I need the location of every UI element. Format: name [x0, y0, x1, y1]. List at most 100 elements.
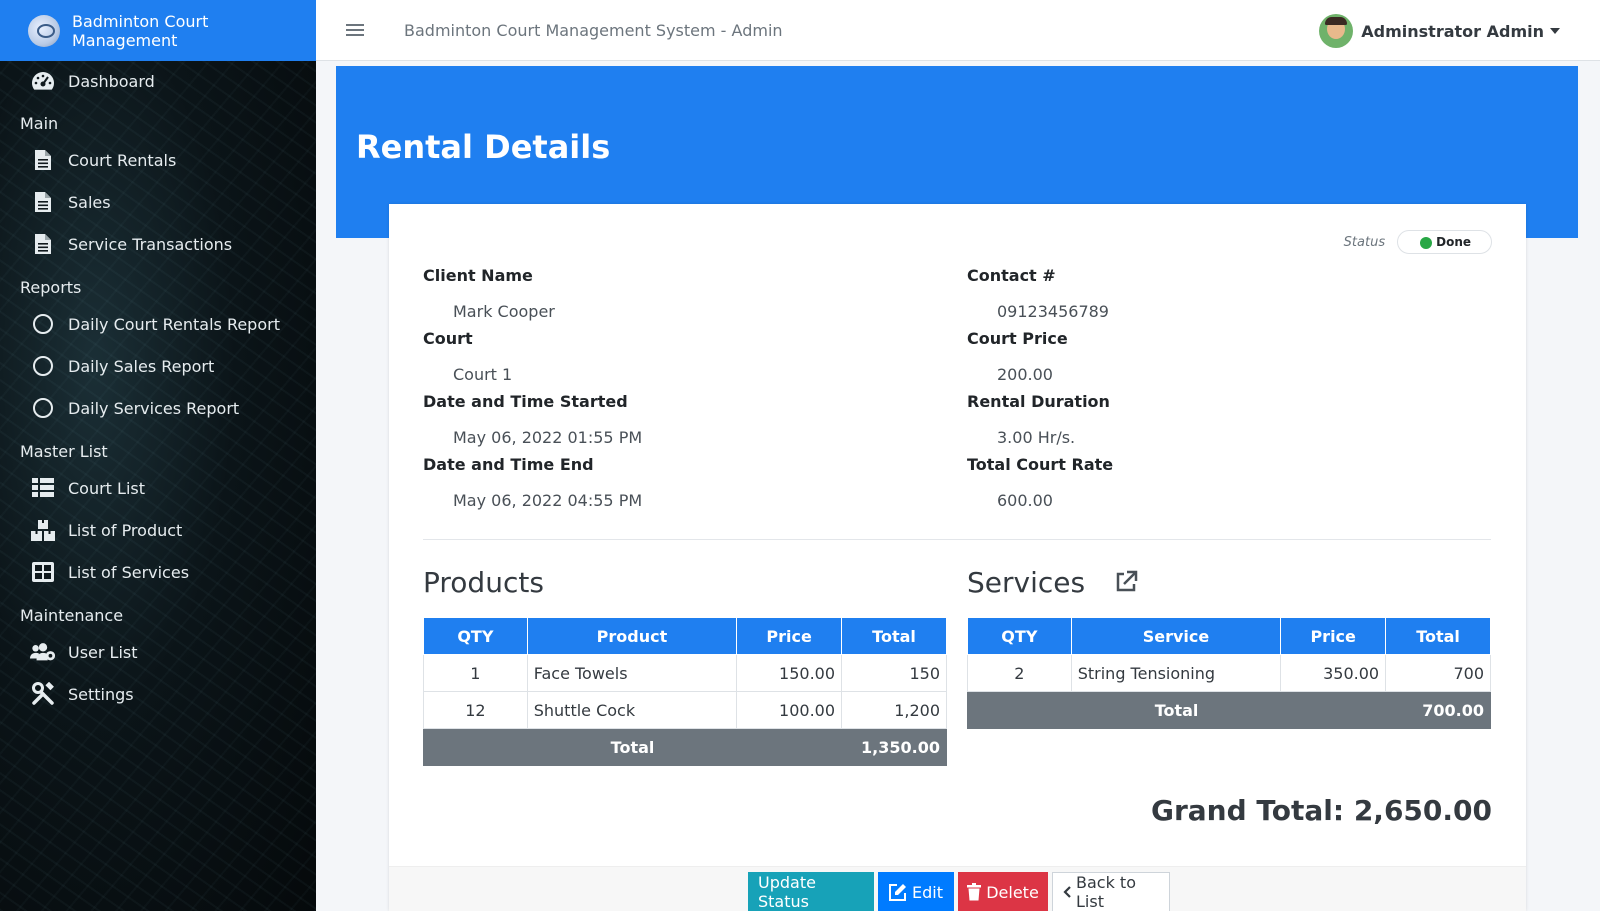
col-price: Price: [736, 617, 843, 655]
end-value: May 06, 2022 04:55 PM: [453, 491, 643, 510]
sidebar-item-label: User List: [68, 642, 138, 662]
cell-price: 100.00: [736, 691, 843, 729]
sidebar-item-label: Daily Services Report: [68, 398, 240, 418]
cell-total: 1,200: [841, 691, 947, 729]
back-to-list-button[interactable]: Back to List: [1052, 872, 1170, 911]
duration-field: Rental Duration 3.00 Hr/s.: [967, 392, 1110, 447]
sidebar-item-daily-sales-report[interactable]: Daily Sales Report: [0, 345, 316, 387]
top-navbar: Badminton Court Management System - Admi…: [316, 0, 1600, 61]
sidebar-item-dashboard[interactable]: Dashboard: [0, 61, 316, 101]
sidebar-item-label: List of Services: [68, 562, 190, 582]
cell-qty: 12: [423, 691, 528, 729]
card-footer: Update Status Edit Delete Back to List: [389, 866, 1526, 911]
sidebar-item-court-rentals[interactable]: Court Rentals: [0, 139, 316, 181]
col-product: Product: [526, 617, 738, 655]
sidebar: Badminton Court Management Dashboard Mai…: [0, 0, 316, 911]
col-price: Price: [1280, 617, 1387, 655]
end-label: Date and Time End: [423, 455, 594, 474]
col-qty: QTY: [967, 617, 1072, 655]
sidebar-item-list-of-services[interactable]: List of Services: [0, 551, 316, 593]
total-label: Total: [422, 728, 843, 766]
sidebar-item-daily-court-rentals-report[interactable]: Daily Court Rentals Report: [0, 303, 316, 345]
chevron-left-icon: [1063, 886, 1071, 898]
th-large-icon: [30, 562, 56, 582]
court-label: Court: [423, 329, 473, 348]
divider: [423, 539, 1491, 540]
total-label: Total: [966, 691, 1387, 729]
brand-logo: [28, 14, 60, 47]
cell-price: 350.00: [1280, 654, 1387, 692]
nav-header-reports: Reports: [20, 278, 82, 297]
users-cog-icon: [30, 642, 56, 662]
col-qty: QTY: [423, 617, 528, 655]
delete-button[interactable]: Delete: [958, 872, 1048, 911]
edit-icon: [889, 883, 907, 901]
user-name: Adminstrator Admin: [1361, 21, 1544, 41]
external-link-icon[interactable]: [1114, 568, 1138, 601]
table-header-row: QTY Product Price Total: [423, 617, 947, 655]
caret-down-icon: [1550, 28, 1560, 34]
user-menu[interactable]: Adminstrator Admin: [1319, 14, 1560, 48]
table-row: 2 String Tensioning 350.00 700: [967, 654, 1491, 692]
cell-qty: 2: [967, 654, 1072, 692]
sidebar-item-list-of-product[interactable]: List of Product: [0, 509, 316, 551]
sidebar-item-daily-services-report[interactable]: Daily Services Report: [0, 387, 316, 429]
table-total-row: Total 1,350.00: [422, 728, 947, 766]
menu-toggle-icon[interactable]: [346, 21, 364, 39]
gauge-icon: [30, 70, 56, 92]
status-badge: Done: [1397, 230, 1492, 254]
sidebar-item-label: Service Transactions: [68, 234, 233, 254]
sidebar-item-label: List of Product: [68, 520, 183, 540]
sidebar-item-sales[interactable]: Sales: [0, 181, 316, 223]
sidebar-nav: Dashboard Main Court Rentals Sales Servi…: [0, 61, 316, 715]
sidebar-item-service-transactions[interactable]: Service Transactions: [0, 223, 316, 265]
status-label: Status: [1343, 234, 1386, 250]
action-buttons: Update Status Edit Delete Back to List: [748, 872, 1170, 911]
court-price-field: Court Price 200.00: [967, 329, 1068, 384]
total-rate-field: Total Court Rate 600.00: [967, 455, 1113, 510]
sidebar-item-label: Daily Sales Report: [68, 356, 215, 376]
sidebar-item-label: Dashboard: [68, 71, 155, 91]
table-row: 12 Shuttle Cock 100.00 1,200: [423, 691, 947, 729]
trash-icon: [967, 883, 982, 901]
file-icon: [30, 233, 56, 255]
col-total: Total: [841, 617, 947, 655]
tools-icon: [30, 682, 56, 706]
update-status-label: Update Status: [758, 873, 816, 911]
page-title: Rental Details: [356, 128, 611, 166]
col-service: Service: [1070, 617, 1282, 655]
update-status-button[interactable]: Update Status: [748, 872, 874, 911]
sidebar-item-court-list[interactable]: Court List: [0, 467, 316, 509]
edit-label: Edit: [912, 882, 943, 902]
sidebar-item-user-list[interactable]: User List: [0, 631, 316, 673]
services-table: QTY Service Price Total 2 String Tension…: [966, 617, 1491, 729]
sidebar-item-label: Court List: [68, 478, 146, 498]
contact-value: 09123456789: [997, 302, 1109, 321]
client-name-field: Client Name Mark Cooper: [423, 266, 555, 321]
contact-label: Contact #: [967, 266, 1056, 285]
table-header-row: QTY Service Price Total: [967, 617, 1491, 655]
avatar: [1319, 14, 1354, 48]
circle-icon: [30, 314, 56, 334]
brand-link[interactable]: Badminton Court Management: [0, 0, 316, 61]
cell-service: String Tensioning: [1070, 654, 1282, 692]
contact-field: Contact # 09123456789: [967, 266, 1109, 321]
total-rate-value: 600.00: [997, 491, 1053, 510]
sidebar-item-settings[interactable]: Settings: [0, 673, 316, 715]
table-row: 1 Face Towels 150.00 150: [423, 654, 947, 692]
edit-button[interactable]: Edit: [878, 872, 954, 911]
total-value: 1,350.00: [841, 728, 947, 766]
court-value: Court 1: [453, 365, 513, 384]
products-title-text: Products: [423, 566, 544, 599]
sidebar-item-label: Daily Court Rentals Report: [68, 314, 280, 334]
start-field: Date and Time Started May 06, 2022 01:55…: [423, 392, 642, 447]
col-total: Total: [1385, 617, 1491, 655]
products-title: Products: [423, 566, 544, 599]
nav-header-main: Main: [20, 114, 59, 133]
sidebar-item-label: Court Rentals: [68, 150, 177, 170]
rental-details-card: Status Done Client Name Mark Cooper Cont…: [389, 204, 1526, 911]
services-title: Services: [967, 566, 1138, 601]
status-value: Done: [1436, 235, 1471, 249]
court-field: Court Court 1: [423, 329, 512, 384]
delete-label: Delete: [986, 882, 1039, 902]
